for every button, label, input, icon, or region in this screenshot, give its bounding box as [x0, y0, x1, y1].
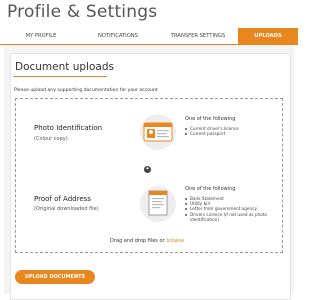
tab-notifications[interactable]: NOTIFICATIONS [82, 28, 154, 44]
separator-icon: ✦ [144, 166, 151, 173]
tab-uploads[interactable]: UPLOADS [238, 28, 298, 45]
page-title: Profile & Settings [7, 2, 158, 22]
document-icon [140, 186, 176, 222]
address-one-of: One of the following [185, 186, 236, 192]
photo-id-list: Current driver's licence Current passpor… [185, 126, 275, 136]
photo-id-subtitle: (Colour copy) [34, 136, 68, 142]
title-rule [13, 76, 107, 77]
tabs: MY PROFILE NOTIFICATIONS TRANSFER SETTIN… [0, 28, 298, 45]
photo-one-of: One of the following [185, 116, 236, 122]
section-title: Document uploads [15, 61, 114, 73]
tab-transfer-settings[interactable]: TRANSFER SETTINGS [160, 28, 236, 44]
address-title: Proof of Address [34, 195, 91, 203]
tab-my-profile[interactable]: MY PROFILE [5, 28, 77, 44]
drop-text: Drag and drop files or [110, 238, 165, 244]
drop-instructions: Drag and drop files or browse [110, 238, 184, 244]
browse-link[interactable]: browse [166, 238, 184, 244]
address-list: Bank Statement Utility bill Letter from … [185, 196, 280, 222]
list-item: Current passport [185, 131, 275, 136]
address-subtitle: (Original downloaded file) [34, 206, 99, 212]
intro-text: Please upload any supporting documentati… [14, 88, 158, 93]
upload-documents-button[interactable]: UPLOAD DOCUMENTS [15, 270, 95, 284]
id-card-icon [140, 114, 176, 150]
photo-id-title: Photo Identification [34, 124, 103, 132]
list-item: Drivers Licence (if not used as photo id… [185, 212, 280, 222]
